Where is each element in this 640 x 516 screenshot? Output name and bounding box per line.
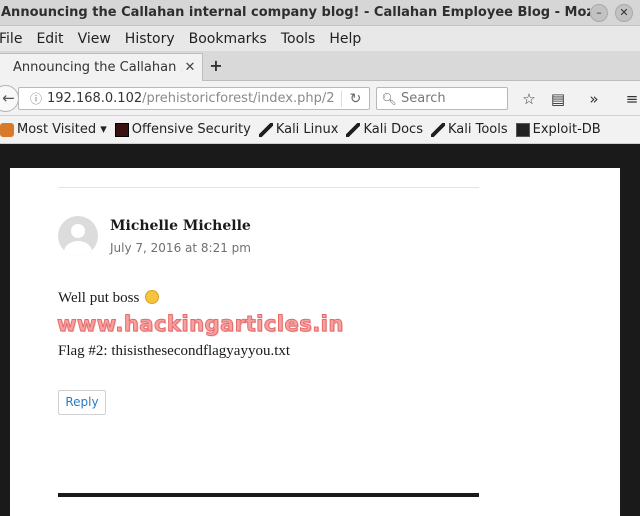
watermark: www.hackingarticles.in bbox=[57, 312, 344, 337]
tab-strip: Announcing the Callahan ... ✕ + bbox=[0, 51, 640, 81]
new-tab-button[interactable]: + bbox=[206, 55, 226, 77]
menu-tools[interactable]: Tools bbox=[281, 31, 316, 47]
menu-file[interactable]: File bbox=[0, 31, 22, 47]
star-icon[interactable]: ☆ bbox=[519, 90, 539, 108]
comment-author[interactable]: Michelle Michelle bbox=[110, 218, 251, 234]
bookmarks-toolbar: Most Visited ▾ Offensive Security Kali L… bbox=[0, 116, 640, 144]
comment-date[interactable]: July 7, 2016 at 8:21 pm bbox=[110, 241, 251, 255]
reload-icon[interactable]: ↻ bbox=[341, 90, 369, 107]
bookmark-label: Most Visited ▾ bbox=[17, 122, 107, 137]
menu-edit[interactable]: Edit bbox=[36, 31, 63, 47]
bookmark-kali-docs[interactable]: Kali Docs bbox=[346, 122, 423, 137]
url-path: /prehistoricforest/index.php/2 bbox=[142, 91, 335, 106]
comment-card: Michelle Michelle July 7, 2016 at 8:21 p… bbox=[10, 168, 620, 516]
menu-bar: File Edit View History Bookmarks Tools H… bbox=[0, 26, 640, 51]
offsec-icon bbox=[114, 122, 129, 137]
info-icon[interactable]: ⓘ bbox=[25, 90, 47, 107]
exploit-db-icon bbox=[515, 122, 530, 137]
url-host: 192.168.0.102 bbox=[47, 91, 143, 106]
comment-text: Well put boss bbox=[58, 290, 160, 307]
winking-emoji-icon bbox=[145, 290, 160, 304]
reading-list-icon[interactable]: ▤ bbox=[548, 90, 568, 108]
menu-bookmarks[interactable]: Bookmarks bbox=[189, 31, 267, 47]
url-bar[interactable]: ⓘ 192.168.0.102/prehistoricforest/index.… bbox=[18, 87, 370, 110]
menu-history[interactable]: History bbox=[125, 31, 175, 47]
reply-button[interactable]: Reply bbox=[58, 390, 106, 415]
bookmark-label: Kali Linux bbox=[275, 122, 339, 137]
back-arrow-icon[interactable]: ← bbox=[0, 85, 19, 112]
search-placeholder: Search bbox=[401, 91, 446, 106]
menu-help[interactable]: Help bbox=[329, 31, 361, 47]
url-text[interactable]: 192.168.0.102/prehistoricforest/index.ph… bbox=[47, 91, 341, 106]
kali-dragon-icon bbox=[430, 122, 445, 137]
navigation-toolbar: ← ⓘ 192.168.0.102/prehistoricforest/inde… bbox=[0, 81, 640, 116]
avatar-body-shape bbox=[64, 241, 92, 256]
divider bbox=[58, 187, 479, 188]
bookmark-label: Kali Docs bbox=[363, 122, 423, 137]
kali-dragon-icon bbox=[346, 122, 361, 137]
gear-icon bbox=[0, 122, 14, 137]
avatar bbox=[58, 216, 98, 256]
tab-active[interactable]: Announcing the Callahan ... ✕ bbox=[0, 53, 203, 81]
bookmark-exploit-db[interactable]: Exploit-DB bbox=[515, 122, 601, 137]
kali-dragon-icon bbox=[258, 122, 273, 137]
hamburger-menu-icon[interactable]: ≡ bbox=[622, 90, 640, 108]
comment-body: Well put boss bbox=[58, 290, 140, 306]
flag-line: Flag #2: thisisthesecondflagyayyou.txt bbox=[58, 343, 291, 359]
bookmark-kali-linux[interactable]: Kali Linux bbox=[258, 122, 339, 137]
window-title: Announcing the Callahan internal company… bbox=[1, 5, 590, 20]
tab-close-icon[interactable]: ✕ bbox=[182, 60, 198, 75]
bookmark-offensive-security[interactable]: Offensive Security bbox=[114, 122, 251, 137]
bookmark-kali-tools[interactable]: Kali Tools bbox=[430, 122, 508, 137]
search-icon: 🔍︎ bbox=[381, 91, 397, 106]
overflow-chevron-icon[interactable]: » bbox=[584, 90, 604, 108]
menu-view[interactable]: View bbox=[78, 31, 111, 47]
close-window-button[interactable]: ✕ bbox=[615, 3, 633, 22]
search-box[interactable]: 🔍︎ Search bbox=[376, 87, 508, 110]
bookmark-label: Offensive Security bbox=[131, 122, 251, 137]
divider-bottom bbox=[58, 493, 479, 497]
tab-title: Announcing the Callahan ... bbox=[13, 60, 182, 75]
bookmark-label: Kali Tools bbox=[447, 122, 508, 137]
bookmark-label: Exploit-DB bbox=[532, 122, 601, 137]
avatar-head-shape bbox=[71, 224, 85, 238]
minimize-button[interactable]: – bbox=[590, 3, 608, 22]
window-titlebar: Announcing the Callahan internal company… bbox=[0, 0, 640, 26]
bookmark-most-visited[interactable]: Most Visited ▾ bbox=[0, 122, 107, 137]
